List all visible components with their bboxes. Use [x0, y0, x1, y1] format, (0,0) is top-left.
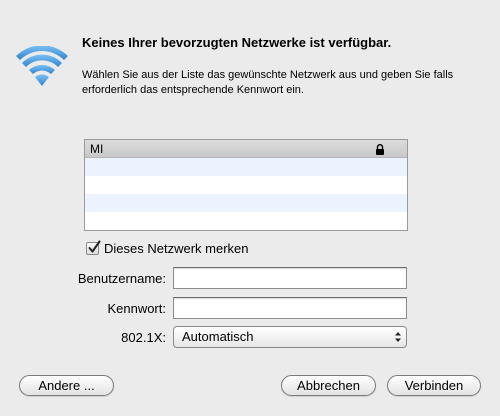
checkmark-icon — [88, 240, 101, 253]
network-row[interactable] — [85, 194, 407, 212]
username-field[interactable] — [173, 267, 407, 289]
network-row[interactable]: MI — [85, 140, 407, 158]
remember-network-label: Dieses Netzwerk merken — [104, 241, 249, 256]
cancel-button[interactable]: Abbrechen — [281, 375, 376, 396]
dialog-description: Wählen Sie aus der Liste das gewünschte … — [82, 69, 454, 96]
network-row[interactable] — [85, 212, 407, 230]
other-networks-button[interactable]: Andere ... — [19, 375, 114, 396]
network-dialog: Keines Ihrer bevorzugten Netzwerke ist v… — [0, 0, 500, 416]
network-row[interactable] — [85, 176, 407, 194]
lock-icon — [376, 144, 384, 155]
remember-network-option[interactable]: Dieses Netzwerk merken — [86, 240, 249, 256]
network-list[interactable]: MI — [84, 139, 408, 231]
network-name: MI — [90, 142, 104, 156]
username-label: Benutzername: — [77, 271, 166, 286]
select-arrows-icon — [395, 332, 401, 342]
password-field[interactable] — [173, 297, 407, 319]
dot1x-select[interactable]: Automatisch — [173, 326, 407, 348]
password-label: Kennwort: — [107, 301, 166, 316]
dialog-title: Keines Ihrer bevorzugten Netzwerke ist v… — [82, 35, 392, 50]
dot1x-selected-value: Automatisch — [182, 329, 254, 344]
dot1x-label: 802.1X: — [121, 330, 166, 345]
network-row[interactable] — [85, 158, 407, 176]
remember-network-checkbox[interactable] — [86, 240, 101, 255]
wifi-icon — [16, 46, 68, 86]
connect-button[interactable]: Verbinden — [387, 375, 481, 396]
